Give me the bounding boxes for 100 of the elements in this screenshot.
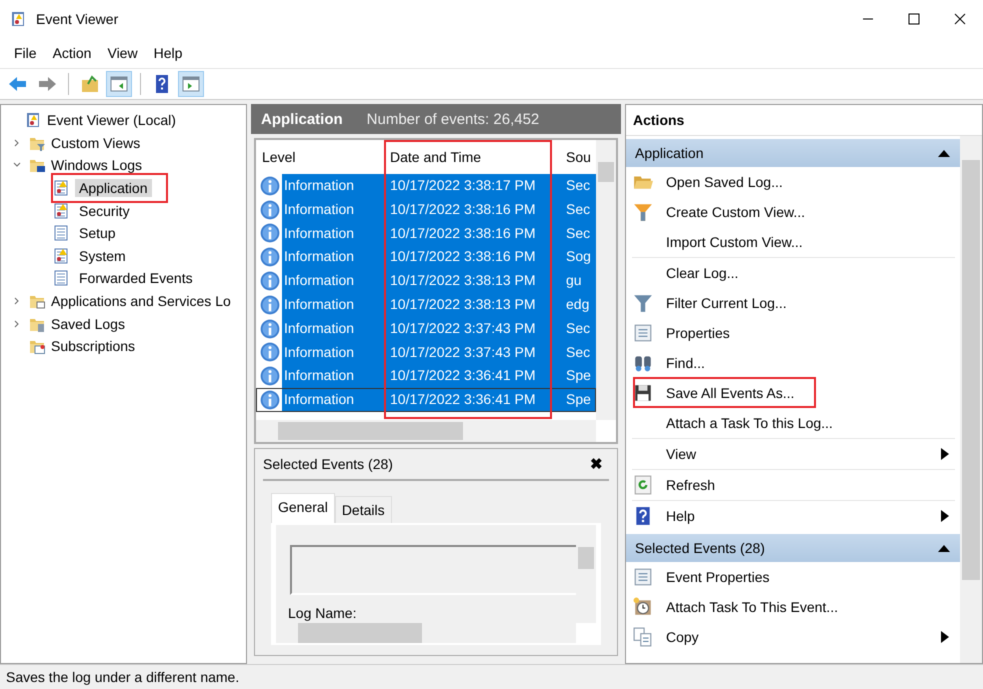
tree-item[interactable]: Custom Views (51, 134, 140, 151)
table-cell[interactable]: 10/17/2022 3:38:16 PM (382, 222, 566, 246)
table-cell[interactable]: Sec (566, 222, 596, 246)
pane-command[interactable]: Attach Task To This Event... (666, 599, 955, 615)
close-button[interactable]: ✖ (590, 455, 609, 473)
tree-item[interactable]: Saved Logs (51, 316, 125, 332)
panel-icon[interactable] (106, 71, 132, 97)
table-cell[interactable]: Spe (566, 388, 596, 412)
table-cell[interactable]: 10/17/2022 3:36:41 PM (382, 388, 566, 412)
pane-command[interactable]: Save All Events As... (666, 385, 955, 401)
column-header[interactable]: Date and Time (382, 149, 566, 165)
table-cell[interactable]: Information (282, 174, 382, 198)
log-icon (53, 270, 69, 286)
tree-item[interactable]: Windows Logs (51, 157, 142, 174)
menu-item[interactable]: File (6, 45, 45, 61)
pane-command[interactable]: Import Custom View... (666, 234, 955, 250)
tree-item[interactable]: Security (75, 202, 134, 220)
table-cell[interactable]: 10/17/2022 3:37:43 PM (382, 316, 566, 341)
tree-item[interactable]: Subscriptions (51, 338, 136, 354)
pane-command[interactable]: Filter Current Log... (666, 295, 955, 311)
info-icon (260, 366, 280, 386)
table-cell[interactable]: Information (282, 364, 382, 388)
funnel-icon (633, 293, 653, 313)
tab[interactable]: General (271, 493, 335, 523)
table-cell[interactable]: 10/17/2022 3:38:13 PM (382, 292, 566, 317)
pane-command[interactable]: Help (666, 508, 941, 524)
column-header[interactable]: Level (256, 149, 382, 165)
table-cell[interactable]: 10/17/2022 3:38:13 PM (382, 269, 566, 293)
table-cell[interactable]: Information (282, 269, 382, 293)
table-cell[interactable]: 10/17/2022 3:38:17 PM (382, 174, 566, 198)
pane-command[interactable]: Copy (666, 629, 941, 645)
tree-item[interactable]: Applications and Services Lo (51, 293, 231, 310)
table-cell[interactable]: Information (282, 222, 382, 246)
log-icon (53, 225, 69, 242)
scrollbar[interactable] (596, 140, 616, 420)
folder-icon (29, 157, 45, 174)
pane-command[interactable]: Properties (666, 325, 955, 341)
log-icon (53, 180, 69, 196)
info-icon (260, 223, 280, 244)
table-cell[interactable]: 10/17/2022 3:36:41 PM (382, 364, 566, 388)
table-cell[interactable]: Sec (566, 316, 596, 341)
pane-command[interactable]: Create Custom View... (666, 204, 955, 220)
info-icon (260, 390, 280, 410)
table-cell[interactable]: edg (566, 292, 596, 317)
collapse-arrow-icon[interactable] (938, 149, 950, 157)
table-cell[interactable]: Information (282, 292, 382, 317)
group-title: Application (635, 145, 704, 161)
folder-icon (29, 293, 45, 310)
table-cell[interactable]: 10/17/2022 3:38:16 PM (382, 198, 566, 222)
tree-item[interactable]: Event Viewer (Local) (47, 112, 176, 128)
refresh-icon (633, 475, 653, 495)
table-cell[interactable]: 10/17/2022 3:38:16 PM (382, 245, 566, 270)
scrollbar[interactable] (276, 623, 576, 643)
panel-icon[interactable] (178, 71, 204, 97)
table-cell[interactable]: Sog (566, 245, 596, 270)
pane-command[interactable]: Open Saved Log... (666, 174, 955, 190)
window-title: Event Viewer (36, 11, 120, 27)
table-cell[interactable]: gu (566, 269, 596, 293)
scrollbar[interactable] (960, 136, 982, 663)
tree-item[interactable]: Application (75, 179, 152, 198)
table-cell[interactable]: Information (282, 316, 382, 341)
info-icon (260, 342, 280, 362)
tree-item[interactable]: Forwarded Events (75, 269, 197, 288)
column-header[interactable]: Sou (566, 149, 596, 165)
pane-command[interactable]: Refresh (666, 477, 955, 493)
pane-command[interactable]: Clear Log... (666, 265, 955, 281)
scrollbar[interactable] (576, 525, 596, 623)
info-icon (260, 294, 280, 315)
info-icon (260, 176, 280, 196)
table-cell[interactable]: Spe (566, 364, 596, 388)
pane-command[interactable]: Attach a Task To this Log... (666, 415, 955, 431)
app-icon (10, 11, 26, 27)
table-cell[interactable]: Sec (566, 340, 596, 364)
group-header[interactable]: Selected Events (28) (626, 534, 960, 562)
panel-title: Selected Events (28) (263, 456, 393, 472)
table-cell[interactable]: Information (282, 388, 382, 412)
collapse-arrow-icon[interactable] (938, 544, 950, 552)
pane-command[interactable]: Event Properties (666, 569, 955, 585)
field-label: Log Name: (288, 605, 356, 621)
table-cell[interactable]: Information (282, 198, 382, 222)
table-cell[interactable]: Sec (566, 174, 596, 198)
scrollbar[interactable] (256, 420, 596, 442)
table-cell[interactable]: Sec (566, 198, 596, 222)
menu-item[interactable]: Help (146, 45, 190, 61)
group-header[interactable]: Application (626, 139, 960, 167)
tree-item[interactable]: Setup (75, 224, 120, 242)
info-icon (260, 200, 280, 220)
table-cell[interactable]: Information (282, 340, 382, 364)
tab[interactable]: Details (334, 496, 392, 523)
pane-command[interactable]: Find... (666, 355, 955, 371)
tree-item[interactable]: System (75, 246, 130, 265)
menu-item[interactable]: Action (44, 45, 100, 61)
menu-item[interactable]: View (99, 45, 146, 61)
funnel-icon (633, 202, 653, 222)
clock-icon (633, 597, 653, 617)
log-icon (53, 202, 69, 219)
pane-command[interactable]: View (666, 446, 941, 462)
event-log-icon (25, 112, 41, 128)
table-cell[interactable]: 10/17/2022 3:37:43 PM (382, 340, 566, 364)
table-cell[interactable]: Information (282, 245, 382, 270)
